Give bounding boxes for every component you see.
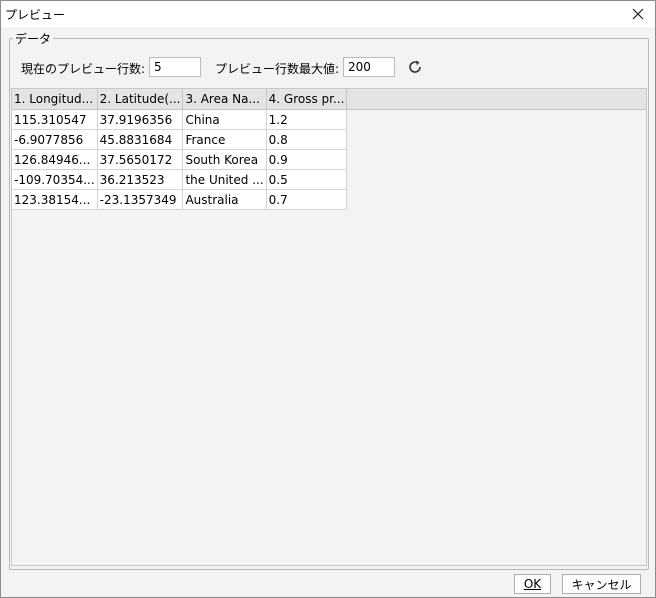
table-row[interactable]: 123.38154... -23.1357349 Australia 0.7 [12,189,348,210]
table-cell[interactable]: 45.8831684 [97,129,184,150]
table-cell[interactable]: 37.9196356 [97,109,184,130]
column-header-latitude[interactable]: 2. Latitude(... [97,89,184,110]
table-cell[interactable]: -23.1357349 [97,189,184,210]
table-cell[interactable]: -6.9077856 [12,129,98,150]
window-title: プレビュー [5,8,66,22]
table-cell[interactable]: South Korea [182,149,267,170]
table-row[interactable]: -109.70354... 36.213523 the United ... 0.5 [12,169,348,190]
table-header-row: 1. Longitud... 2. Latitude(... 3. Area N… [12,89,348,110]
max-rows-field[interactable] [343,57,395,77]
data-group-legend: データ [13,30,54,47]
table-cell[interactable]: 1.2 [266,109,348,130]
column-header-longitude[interactable]: 1. Longitud... [12,89,98,110]
table-cell[interactable]: -109.70354... [12,169,98,190]
table-cell[interactable]: France [182,129,267,150]
column-header-area-name[interactable]: 3. Area Na... [182,89,267,110]
table-row[interactable]: -6.9077856 45.8831684 France 0.8 [12,129,348,150]
table-row[interactable]: 115.310547 37.9196356 China 1.2 [12,109,348,130]
preview-table: 1. Longitud... 2. Latitude(... 3. Area N… [12,89,348,210]
title-bar: プレビュー [1,1,655,27]
max-rows-label: プレビュー行数最大値: [215,62,340,76]
refresh-icon [409,60,421,73]
table-cell[interactable]: 0.8 [266,129,348,150]
table-cell[interactable]: China [182,109,267,130]
cancel-button[interactable]: キャンセル [562,574,641,594]
close-icon [632,8,644,20]
table-cell[interactable]: 0.5 [266,169,348,190]
close-button[interactable] [621,1,655,27]
ok-button[interactable]: OK [514,574,551,594]
table-cell[interactable]: 126.84946... [12,149,98,170]
preview-table-area[interactable]: 1. Longitud... 2. Latitude(... 3. Area N… [11,88,647,566]
table-cell[interactable]: the United ... [182,169,267,190]
cancel-button-label: キャンセル [571,577,632,592]
ok-button-label: OK [523,577,542,591]
table-cell[interactable]: 36.213523 [97,169,184,190]
table-cell[interactable]: 0.9 [266,149,348,170]
column-header-gross-product[interactable]: 4. Gross pr... [266,89,348,110]
refresh-button[interactable] [405,57,425,77]
table-row[interactable]: 126.84946... 37.5650172 South Korea 0.9 [12,149,348,170]
table-cell[interactable]: 123.38154... [12,189,98,210]
table-cell[interactable]: 37.5650172 [97,149,184,170]
table-cell[interactable]: Australia [182,189,267,210]
table-cell[interactable]: 115.310547 [12,109,98,130]
current-rows-label: 現在のプレビュー行数: [21,62,146,76]
current-rows-field[interactable] [149,57,201,77]
preview-dialog: プレビュー データ 現在のプレビュー行数: プレビュー行数最大値: 1. Lo [0,0,656,598]
table-cell[interactable]: 0.7 [266,189,348,210]
